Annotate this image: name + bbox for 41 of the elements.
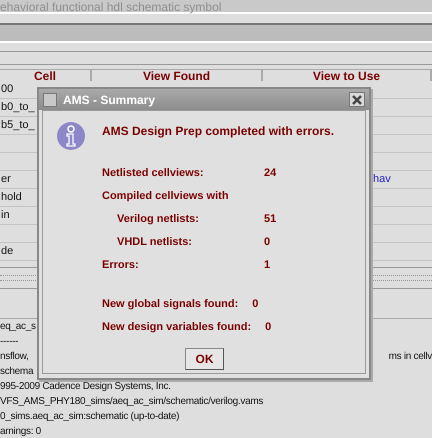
- stat-label: Netlisted cellviews:: [102, 166, 204, 180]
- stat-value: 51: [264, 212, 276, 226]
- column-header: View to Use: [312, 70, 380, 81]
- log-line: 0_sims.aeq_ac_sim:schematic (up-to-date): [0, 410, 180, 424]
- column-header: View Found: [142, 70, 210, 81]
- log-line: arnings: 0: [0, 425, 41, 438]
- message-text: AMS Design Prep completed with errors.: [102, 124, 334, 138]
- close-icon: [352, 94, 362, 104]
- stat-label: VHDL netlists:: [117, 234, 193, 248]
- close-button[interactable]: [349, 92, 365, 107]
- table-cell-text: hav: [373, 172, 391, 187]
- stat-label: New design variables found:: [102, 320, 252, 334]
- stat-label: Compiled cellviews with: [102, 188, 230, 202]
- table-cell-text: er: [1, 172, 11, 187]
- stat-value: 0: [252, 296, 258, 310]
- stat-value: 1: [264, 258, 270, 272]
- table-cell-text: 00: [1, 82, 14, 97]
- dialog-title: AMS - Summary: [63, 92, 156, 108]
- table-cell-text: de: [1, 244, 14, 259]
- log-line: ms in cellv: [388, 350, 432, 364]
- window-title: ehavioral functional hdl schematic symbol: [0, 0, 432, 14]
- table-cell-text: hold: [1, 190, 22, 205]
- stat-label: New global signals found:: [102, 296, 238, 310]
- stat-value: 0: [265, 320, 272, 334]
- stat-value: 0: [264, 234, 270, 248]
- stat-label: Errors:: [102, 258, 140, 272]
- stat-value: 24: [264, 166, 276, 180]
- column-header: Cell: [34, 70, 56, 81]
- log-line: nsflow,: [0, 350, 28, 364]
- log-line: ------: [0, 335, 18, 349]
- table-cell-text: b0_to_: [1, 100, 35, 115]
- log-line: schema: [0, 365, 34, 379]
- log-line: VFS_AMS_PHY180_sims/aeq_ac_sim/schematic/verilog.vams: [0, 395, 264, 409]
- table-cell-text: in: [1, 208, 10, 223]
- stat-label: Verilog netlists:: [117, 212, 200, 226]
- info-icon: [56, 121, 86, 151]
- ok-button[interactable]: OK: [185, 348, 224, 370]
- log-line: 995-2009 Cadence Design Systems, Inc.: [0, 380, 171, 394]
- window-menu-button[interactable]: [43, 92, 57, 106]
- table-cell-text: b5_to_: [1, 118, 35, 133]
- log-line: eq_ac_s: [0, 320, 36, 334]
